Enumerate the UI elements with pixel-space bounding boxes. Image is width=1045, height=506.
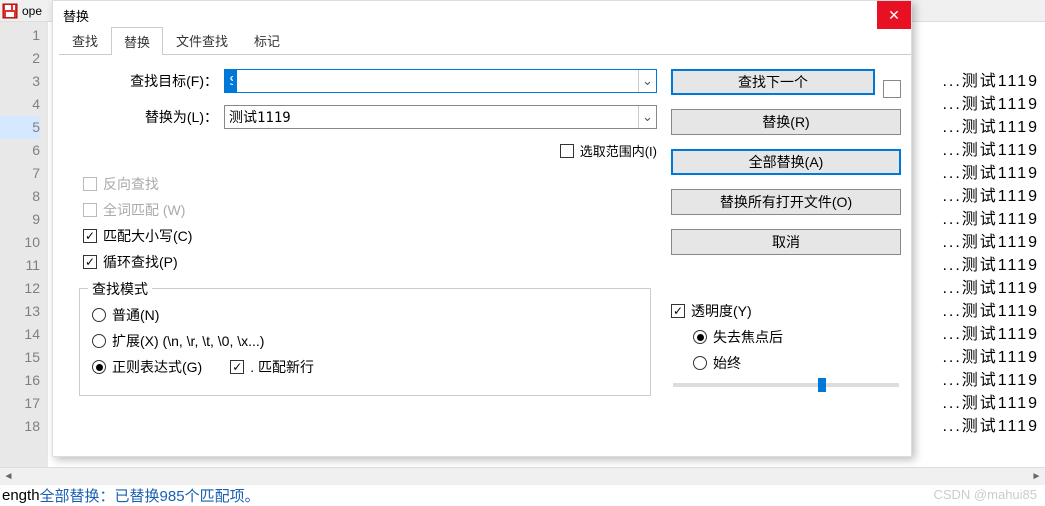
chevron-down-icon[interactable]: ⌄	[638, 106, 656, 128]
code-line: ...测试1119	[942, 185, 1039, 208]
tab-0[interactable]: 查找	[59, 26, 111, 54]
whole-word-checkbox	[83, 203, 97, 217]
match-case-checkbox[interactable]	[83, 229, 97, 243]
scroll-left-icon[interactable]: ◄	[0, 468, 17, 485]
find-label: 查找目标(F)：	[63, 71, 218, 91]
gutter-line: 16	[0, 369, 40, 392]
find-next-button[interactable]: 查找下一个	[671, 69, 875, 95]
code-line: ...测试1119	[942, 231, 1039, 254]
mode-normal-radio[interactable]	[92, 308, 106, 322]
code-line: ...测试1119	[942, 369, 1039, 392]
h-scrollbar[interactable]: ◄ ►	[0, 467, 1045, 484]
cancel-button[interactable]: 取消	[671, 229, 901, 255]
trans-always-radio[interactable]	[693, 356, 707, 370]
scroll-right-icon[interactable]: ►	[1028, 468, 1045, 485]
watermark: CSDN @mahui85	[933, 487, 1037, 502]
code-line: ...测试1119	[942, 139, 1039, 162]
gutter-line: 1	[0, 24, 40, 47]
tab-1[interactable]: 替换	[111, 27, 163, 55]
replace-combo[interactable]: ⌄	[224, 105, 657, 129]
dialog-title: 替换	[63, 6, 89, 25]
replace-button[interactable]: 替换(R)	[671, 109, 901, 135]
whole-word-label: 全词匹配 (W)	[103, 200, 185, 220]
gutter-line: 4	[0, 93, 40, 116]
dialog-tabs: 查找替换文件查找标记	[59, 29, 911, 55]
wrap-checkbox[interactable]	[83, 255, 97, 269]
find-combo[interactable]: ⌄	[224, 69, 657, 93]
replace-input[interactable]	[225, 106, 638, 128]
titlebar[interactable]: 替换 ✕	[53, 1, 911, 29]
in-selection-checkbox[interactable]	[560, 144, 574, 158]
tab-3[interactable]: 标记	[241, 26, 293, 54]
save-icon[interactable]	[2, 3, 18, 19]
replace-all-button[interactable]: 全部替换(A)	[671, 149, 901, 175]
gutter-line: 7	[0, 162, 40, 185]
code-line: ...测试1119	[942, 346, 1039, 369]
gutter-line: 6	[0, 139, 40, 162]
in-selection-label: 选取范围内(I)	[580, 141, 657, 160]
gutter-line: 10	[0, 231, 40, 254]
find-next-aux-checkbox[interactable]	[883, 80, 901, 98]
backward-label: 反向查找	[103, 174, 159, 194]
gutter-line: 3	[0, 70, 40, 93]
close-button[interactable]: ✕	[877, 1, 911, 29]
gutter-line: 15	[0, 346, 40, 369]
chevron-down-icon[interactable]: ⌄	[638, 70, 656, 92]
transparency-group: 透明度(Y) 失去焦点后 始终	[671, 301, 901, 387]
close-icon: ✕	[888, 7, 900, 24]
code-line: ...测试1119	[942, 254, 1039, 277]
visible-code: ...测试1119...测试1119...测试1119...测试1119...测…	[942, 70, 1039, 438]
status-left: ength	[2, 487, 40, 504]
status-bar: ength 全部替换：已替换985个匹配项。	[0, 484, 1045, 506]
mode-ext-radio[interactable]	[92, 334, 106, 348]
search-mode-legend: 查找模式	[88, 279, 152, 299]
code-line: ...测试1119	[942, 392, 1039, 415]
code-line: ...测试1119	[942, 208, 1039, 231]
gutter-line: 2	[0, 47, 40, 70]
transparency-checkbox[interactable]	[671, 304, 685, 318]
code-line: ...测试1119	[942, 162, 1039, 185]
code-line: ...测试1119	[942, 300, 1039, 323]
replace-dialog: 替换 ✕ 查找替换文件查找标记 查找目标(F)： ⌄ 替换为(L)： ⌄	[52, 0, 912, 457]
replace-in-open-button[interactable]: 替换所有打开文件(O)	[671, 189, 901, 215]
gutter-line: 11	[0, 254, 40, 277]
slider-thumb[interactable]	[818, 378, 826, 392]
match-newline-checkbox[interactable]	[230, 360, 244, 374]
search-mode-group: 查找模式 普通(N) 扩展(X) (\n, \r, \t, \0, \x...)…	[79, 288, 651, 396]
find-input[interactable]	[225, 70, 237, 92]
wrap-label: 循环查找(P)	[103, 252, 178, 272]
gutter-line: 5	[0, 116, 40, 139]
gutter-line: 9	[0, 208, 40, 231]
gutter-line: 17	[0, 392, 40, 415]
status-message: 全部替换：已替换985个匹配项。	[40, 485, 260, 506]
gutter-line: 8	[0, 185, 40, 208]
backward-checkbox	[83, 177, 97, 191]
match-case-label: 匹配大小写(C)	[103, 226, 192, 246]
tab-2[interactable]: 文件查找	[163, 26, 241, 54]
mode-regex-radio[interactable]	[92, 360, 106, 374]
code-line: ...测试1119	[942, 93, 1039, 116]
gutter: 123456789101112131415161718	[0, 22, 48, 506]
code-line: ...测试1119	[942, 70, 1039, 93]
gutter-line: 12	[0, 277, 40, 300]
gutter-line: 13	[0, 300, 40, 323]
code-line: ...测试1119	[942, 415, 1039, 438]
code-line: ...测试1119	[942, 323, 1039, 346]
gutter-line: 14	[0, 323, 40, 346]
trans-onlost-radio[interactable]	[693, 330, 707, 344]
file-tab-label[interactable]: ope	[22, 4, 42, 18]
transparency-slider[interactable]	[673, 383, 899, 387]
code-line: ...测试1119	[942, 277, 1039, 300]
gutter-line: 18	[0, 415, 40, 438]
code-line: ...测试1119	[942, 116, 1039, 139]
replace-label: 替换为(L)：	[63, 107, 218, 127]
